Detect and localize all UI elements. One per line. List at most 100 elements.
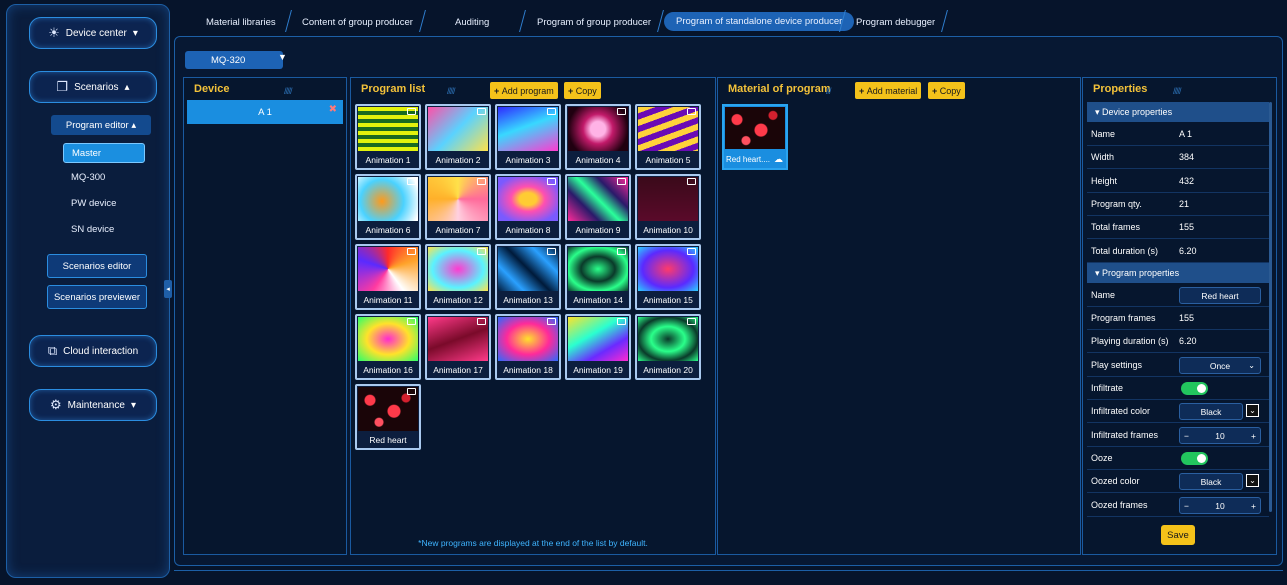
play-settings-select[interactable]: Once ⌄ [1179,357,1261,374]
program-name-input[interactable]: Red heart [1179,287,1261,304]
tab-program-group-producer[interactable]: Program of group producer [525,11,663,33]
program-editor-button[interactable]: Program editor ▴ [51,115,151,135]
tab-material-libraries[interactable]: Material libraries [194,11,288,33]
minus-icon[interactable]: − [1184,431,1189,441]
program-item[interactable]: Animation 16 [355,314,421,380]
program-item[interactable]: Animation 4 [565,104,631,170]
device-row[interactable]: A 1 ✖ [187,100,343,124]
program-item[interactable]: Animation 19 [565,314,631,380]
chevron-up-icon: ▴ [124,81,130,93]
monitor-icon [477,178,486,185]
program-label: Animation 1 [365,155,411,165]
program-item[interactable]: Animation 2 [425,104,491,170]
program-item[interactable]: Animation 1 [355,104,421,170]
device-type-select[interactable]: MQ-320 [185,51,283,69]
program-item[interactable]: Animation 8 [495,174,561,240]
scenarios-previewer-button[interactable]: Scenarios previewer [47,285,147,309]
infiltrated-color-picker[interactable]: ⌄ [1246,404,1259,417]
chevron-down-icon: ▾ [132,27,138,39]
program-item[interactable]: Animation 15 [635,244,701,310]
scenarios-editor-button[interactable]: Scenarios editor [47,254,147,278]
copy-program-button[interactable]: + Copy [564,82,601,99]
program-label: Animation 5 [645,155,691,165]
save-button[interactable]: Save [1161,525,1195,545]
program-item[interactable]: Red heart [355,384,421,450]
program-item[interactable]: Animation 7 [425,174,491,240]
program-label: Red heart [369,435,407,445]
properties-scrollbar[interactable] [1269,102,1272,512]
plus-icon[interactable]: + [1251,431,1256,441]
program-label: Animation 18 [503,365,553,375]
program-item[interactable]: Animation 5 [635,104,701,170]
program-item[interactable]: Animation 10 [635,174,701,240]
tab-auditing[interactable]: Auditing [443,11,501,33]
add-material-button[interactable]: + Add material [855,82,922,99]
device-properties-section[interactable]: ▾ Device properties [1087,102,1269,122]
delete-icon[interactable]: ✖ [329,104,337,115]
program-label: Animation 4 [575,155,621,165]
tab-program-standalone-device-producer[interactable]: Program of standalone device producer [664,12,855,31]
material-item[interactable]: Red heart.... ☁ [722,104,788,170]
program-label: Animation 3 [505,155,551,165]
device-prop-row: Height 432 [1087,170,1269,193]
sidebar-item-mq300[interactable]: MQ-300 [71,172,105,183]
program-list-note: *New programs are displayed at the end o… [418,538,648,548]
infiltrated-frames-stepper[interactable]: −10 + [1179,427,1261,444]
device-panel: Device ///// A 1 ✖ [183,77,347,555]
program-properties-section[interactable]: ▾ Program properties [1087,263,1269,283]
monitor-icon [407,178,416,185]
monitor-icon [547,178,556,185]
oozed-color-picker[interactable]: ⌄ [1246,474,1259,487]
program-item[interactable]: Animation 3 [495,104,561,170]
maintenance-button[interactable]: ⚙ Maintenance ▾ [29,389,157,421]
program-item[interactable]: Animation 17 [425,314,491,380]
tab-bar: Material libraries Content of group prod… [178,4,1283,34]
device-prop-row: Name A 1 [1087,123,1269,146]
infiltrated-color-select[interactable]: Black [1179,403,1243,420]
monitor-icon [687,178,696,185]
add-program-button[interactable]: + Add program [490,82,558,99]
program-item[interactable]: Animation 13 [495,244,561,310]
program-item[interactable]: Animation 11 [355,244,421,310]
sidebar-item-master[interactable]: Master [63,143,145,163]
sidebar-item-sn-device[interactable]: SN device [71,224,114,235]
cloud-interaction-button[interactable]: ⧉ Cloud interaction [29,335,157,367]
oozed-frames-stepper[interactable]: −10 + [1179,497,1261,514]
dropdown-arrow-icon[interactable]: ▼ [278,52,287,62]
device-prop-row: Width 384 [1087,146,1269,170]
program-list-title: Program list [361,83,426,95]
device-center-button[interactable]: ☀ Device center ▾ [29,17,157,49]
monitor-icon [547,108,556,115]
minus-icon[interactable]: − [1184,501,1189,511]
program-label: Animation 8 [505,225,551,235]
program-item[interactable]: Animation 18 [495,314,561,380]
program-item[interactable]: Animation 9 [565,174,631,240]
ooze-toggle[interactable] [1181,452,1208,465]
monitor-icon [617,318,626,325]
tab-program-debugger[interactable]: Program debugger [844,11,947,33]
plus-icon[interactable]: + [1251,501,1256,511]
monitor-icon [687,318,696,325]
program-item[interactable]: Animation 12 [425,244,491,310]
monitor-icon [547,248,556,255]
bottom-bar [174,570,1283,578]
program-item[interactable]: Animation 14 [565,244,631,310]
program-item[interactable]: Animation 6 [355,174,421,240]
infiltrate-toggle[interactable] [1181,382,1208,395]
scenarios-button[interactable]: ❐ Scenarios ▴ [29,71,157,103]
monitor-icon [617,178,626,185]
sidebar-item-pw-device[interactable]: PW device [71,198,116,209]
program-item[interactable]: Animation 20 [635,314,701,380]
program-label: Animation 17 [433,365,483,375]
oozed-color-select[interactable]: Black [1179,473,1243,490]
tab-content-group-producer[interactable]: Content of group producer [290,11,425,33]
copy-icon: ❐ [56,79,69,94]
program-label: Animation 9 [575,225,621,235]
collapse-sidebar-handle[interactable]: ◂ [164,280,172,298]
program-list-panel: Program list ///// + Add program + Copy … [350,77,716,555]
copy-material-button[interactable]: + Copy [928,82,965,99]
monitor-icon [687,108,696,115]
prop-ooze: Ooze [1087,447,1269,470]
program-label: Animation 11 [363,295,413,305]
properties-title: Properties [1093,83,1148,95]
